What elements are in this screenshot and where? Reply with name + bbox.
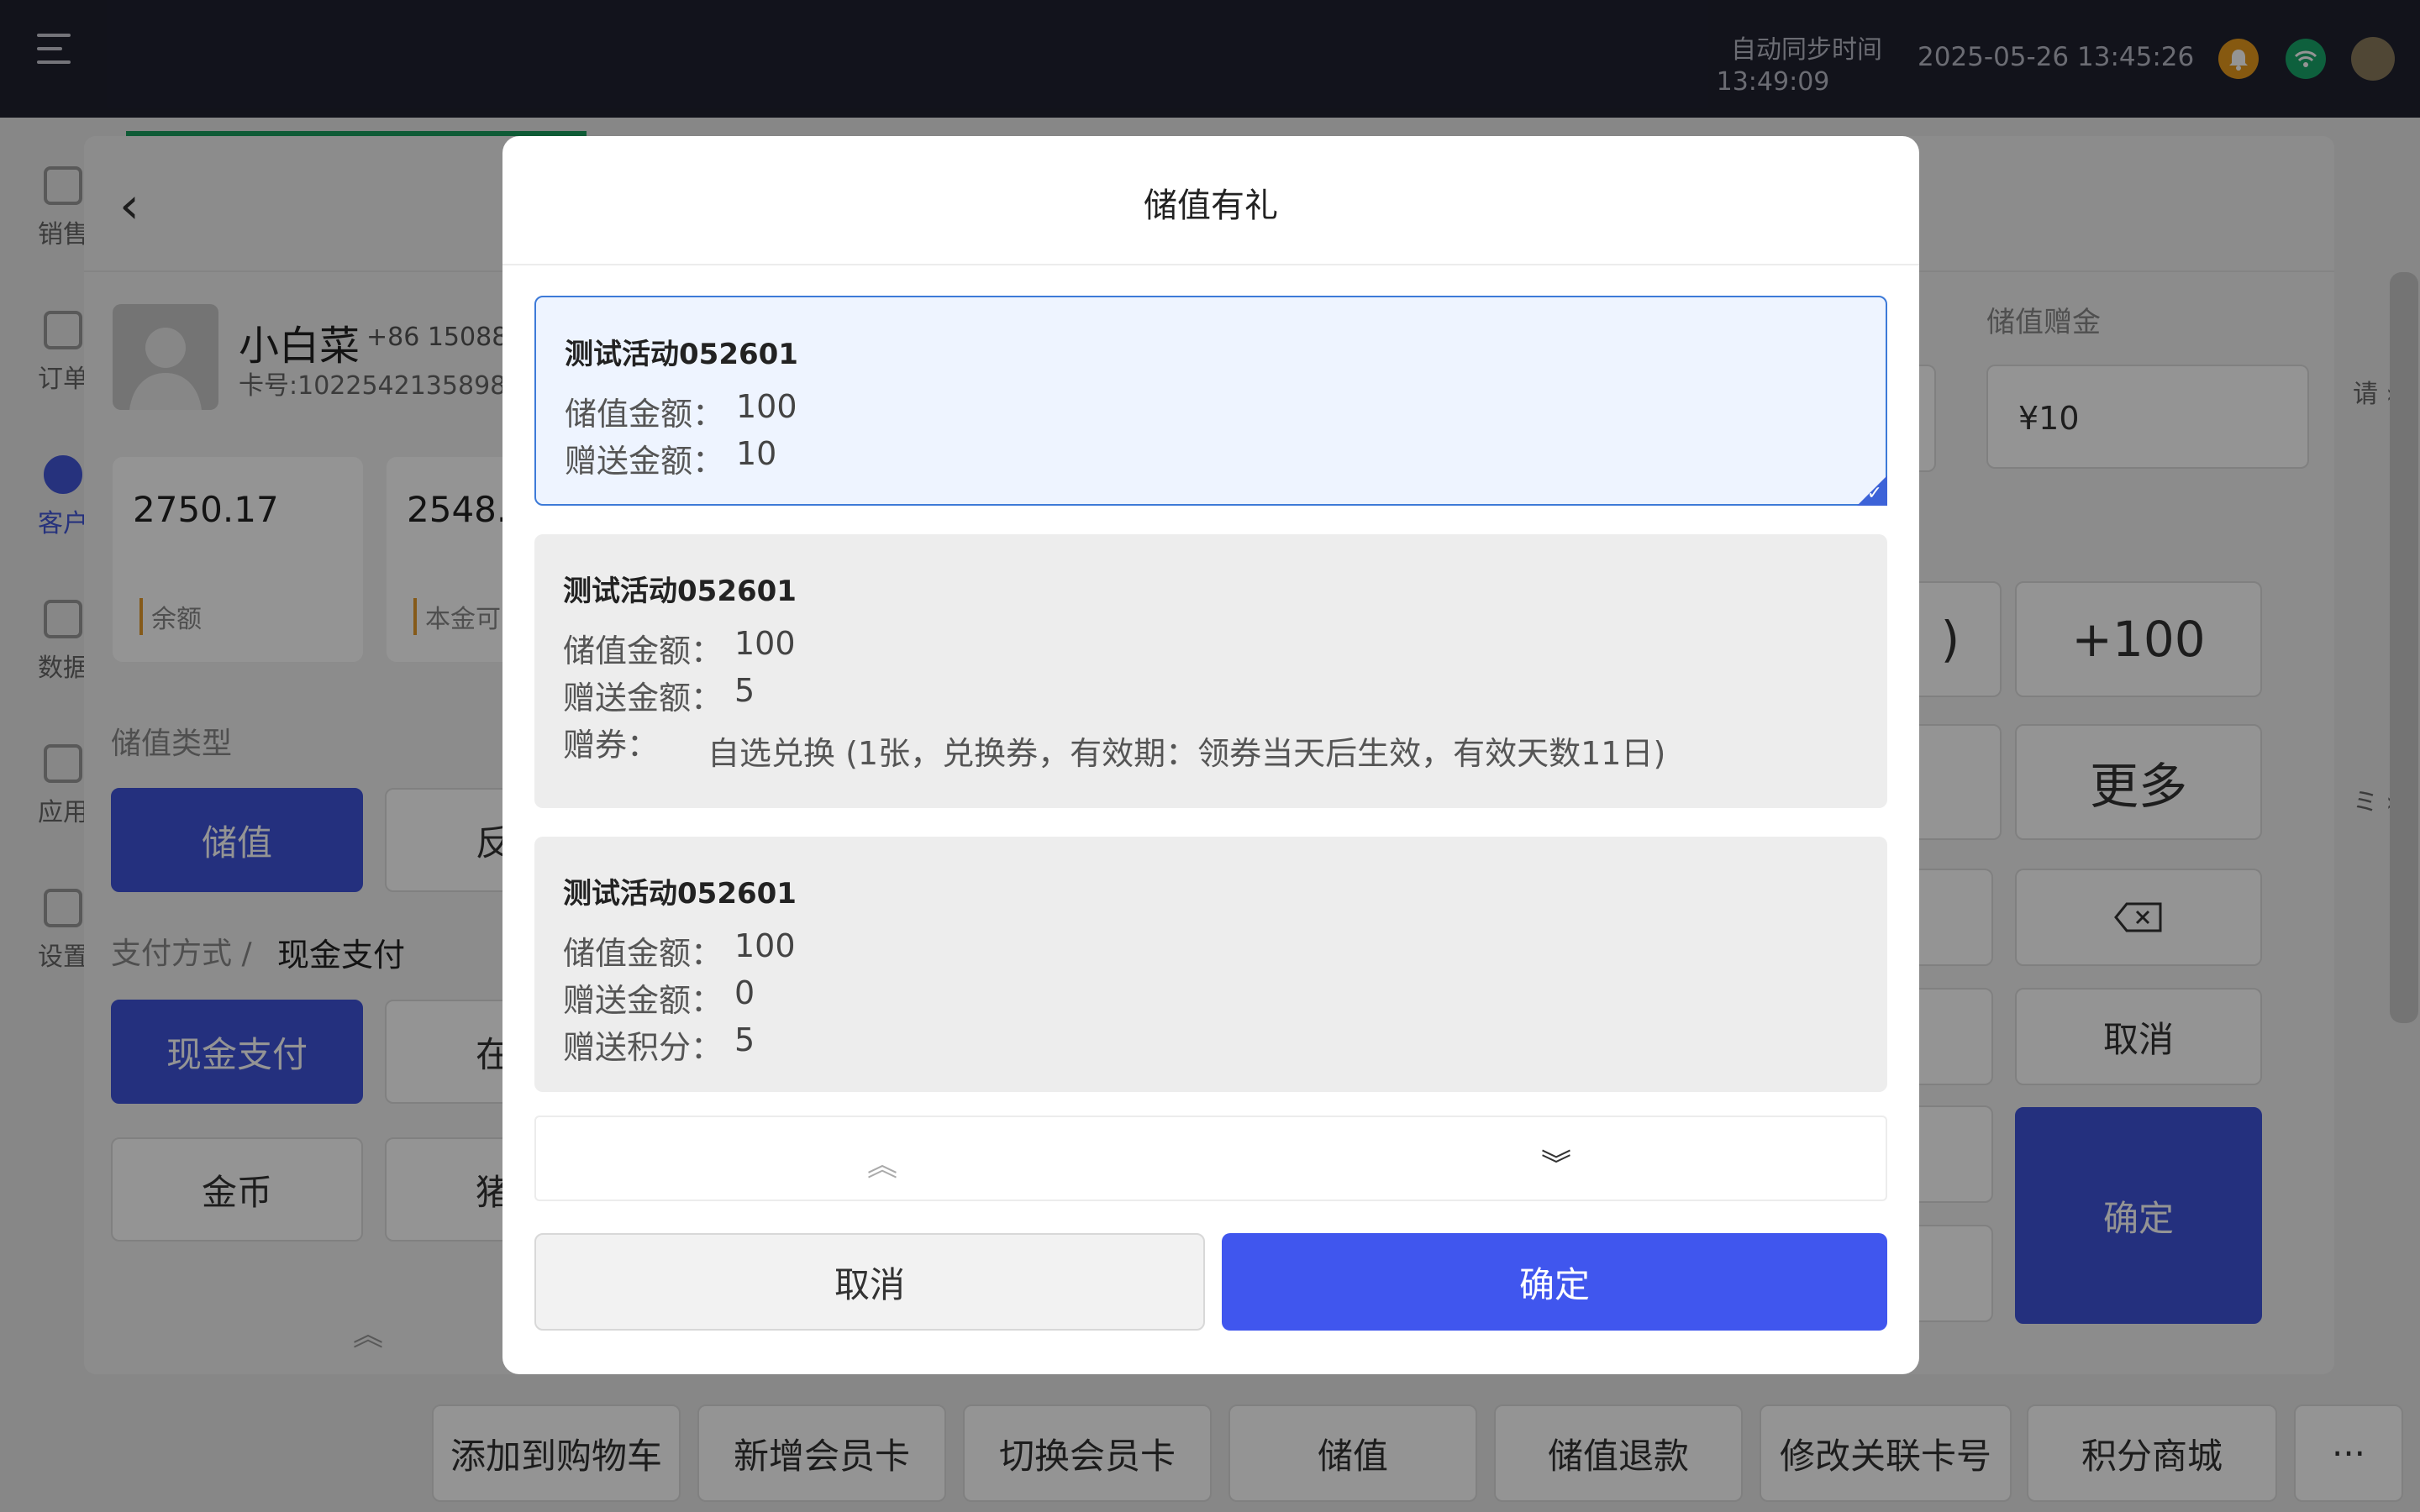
dialog-title: 储值有礼 [1144,186,1278,225]
activity-row: 赠送积分： 5 [563,1021,755,1066]
activity-row: 赠送金额： 5 [563,672,755,717]
activity-coupon-row: 赠券： 自选兑换 (1张，兑换券，有效期：领券当天后生效，有效天数11日) [563,727,1666,772]
activity-name: 测试活动052601 [563,877,797,911]
divider [502,264,1919,265]
double-chevron-up-icon[interactable]: ︽ [867,1141,897,1184]
activity-row: 储值金额： 100 [563,927,796,972]
cancel-button[interactable]: 取消 [534,1233,1205,1331]
double-chevron-down-icon[interactable]: ︾ [1541,1141,1571,1184]
activity-row: 赠送金额： 0 [563,974,755,1019]
activity-row: 赠送金额： 10 [565,435,777,480]
activity-row: 储值金额： 100 [563,625,796,669]
check-icon: ✓ [1866,483,1882,504]
pager: ︽ ︾ [534,1116,1887,1201]
activity-row: 储值金额： 100 [565,388,797,433]
activity-name: 测试活动052601 [565,338,798,371]
confirm-button[interactable]: 确定 [1222,1233,1887,1331]
activity-name: 测试活动052601 [563,575,797,608]
gift-recharge-dialog: 储值有礼 测试活动052601 储值金额： 100 赠送金额： 10 ✓ 测试活动0… [502,136,1919,1374]
activity-card[interactable]: 测试活动052601 储值金额： 100 赠送金额： 5 赠券： 自选兑换 (1张，兑… [534,534,1887,808]
activity-card[interactable]: 测试活动052601 储值金额： 100 赠送金额： 10 ✓ [534,296,1887,506]
activity-card[interactable]: 测试活动052601 储值金额： 100 赠送金额： 0 赠送积分： 5 [534,837,1887,1092]
